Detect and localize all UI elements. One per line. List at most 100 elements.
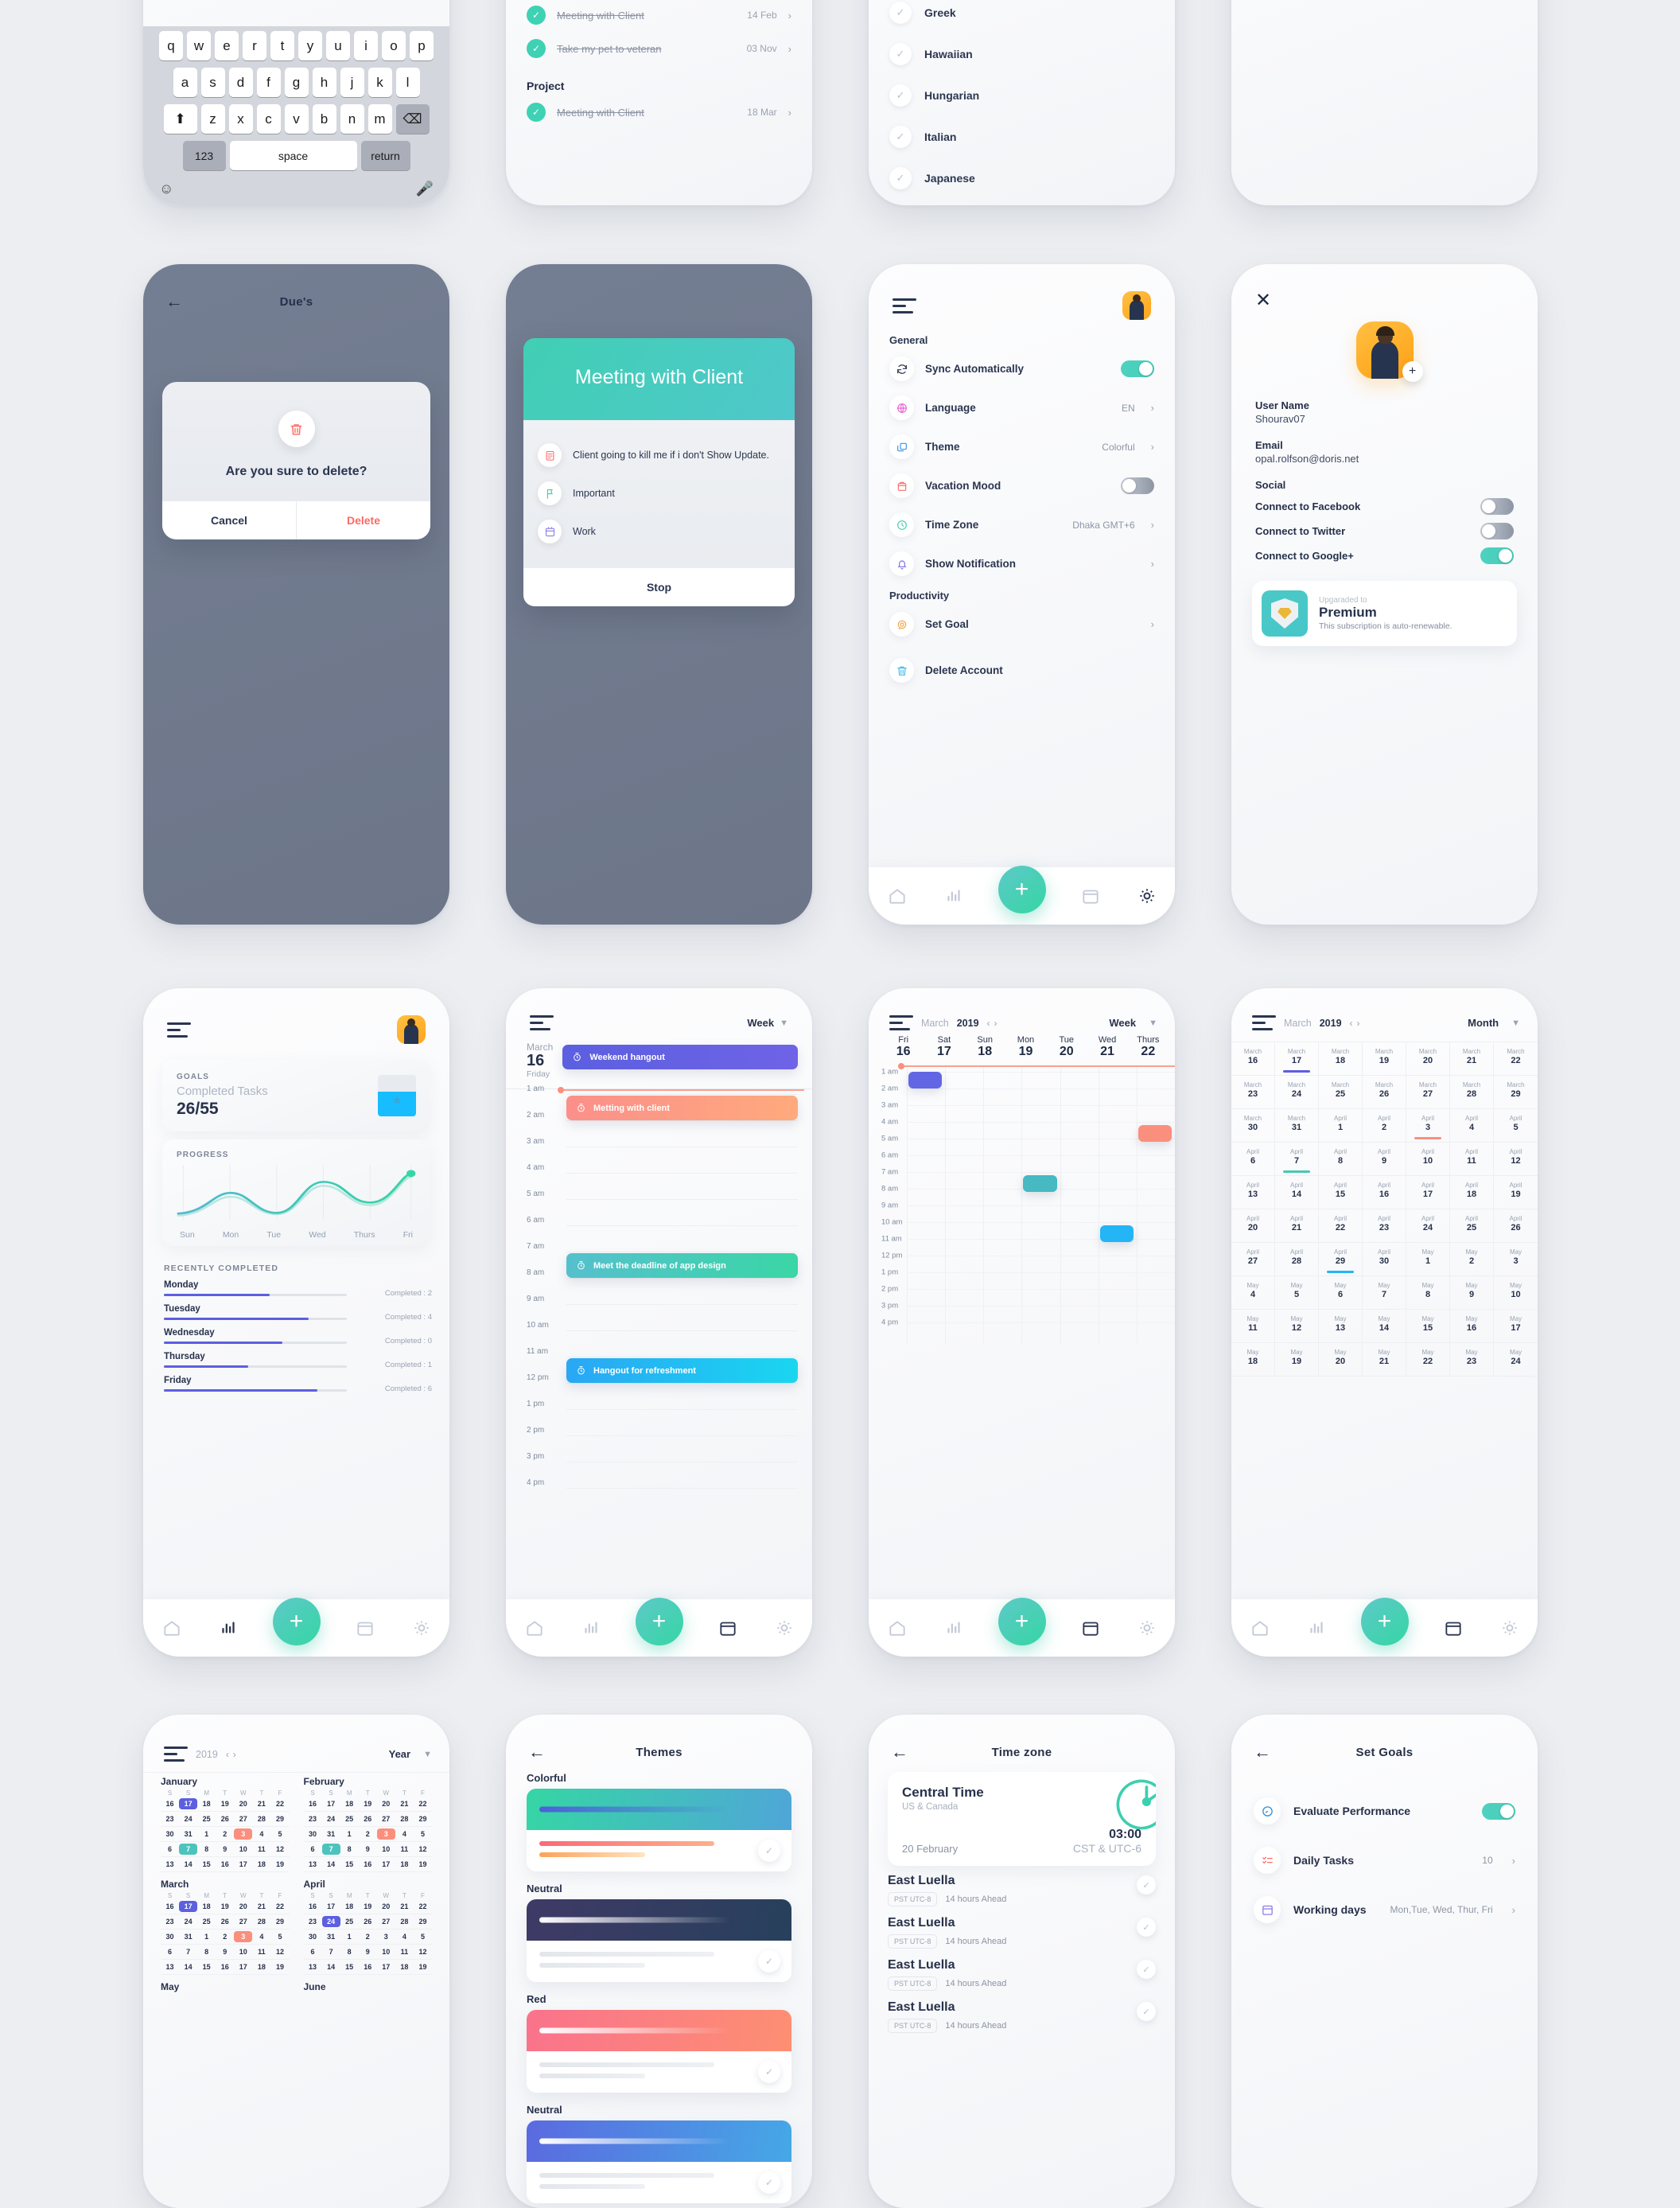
week-day-column-header[interactable]: Mon 19: [1005, 1035, 1046, 1059]
back-arrow-icon[interactable]: ←: [891, 1743, 908, 1761]
nav-calendar-icon[interactable]: [1079, 1616, 1102, 1640]
year-day-cell[interactable]: 20: [377, 1798, 395, 1809]
year-day-cell[interactable]: 19: [359, 1901, 377, 1912]
setting-row-notification[interactable]: Show Notification ›: [869, 544, 1175, 583]
nav-stats-icon[interactable]: [1305, 1616, 1328, 1640]
year-day-cell[interactable]: 12: [270, 1844, 289, 1855]
premium-card[interactable]: Upgaraded to Premium This subscription i…: [1252, 581, 1517, 646]
key-m[interactable]: m: [368, 104, 392, 134]
month-day-cell[interactable]: May 14: [1363, 1310, 1406, 1343]
nav-settings-icon[interactable]: [1498, 1616, 1522, 1640]
sync-toggle[interactable]: [1121, 360, 1154, 377]
menu-icon[interactable]: [167, 1022, 191, 1038]
year-day-cell[interactable]: 11: [395, 1844, 414, 1855]
year-day-cell[interactable]: 21: [252, 1901, 270, 1912]
year-day-cell[interactable]: 20: [234, 1798, 252, 1809]
year-day-cell[interactable]: 28: [395, 1813, 414, 1824]
year-day-cell[interactable]: 6: [304, 1946, 322, 1957]
year-day-cell[interactable]: 14: [179, 1961, 197, 1972]
year-day-cell[interactable]: 31: [322, 1828, 340, 1840]
year-day-cell[interactable]: 15: [340, 1859, 359, 1870]
key-b[interactable]: b: [312, 104, 336, 134]
month-day-cell[interactable]: May 10: [1494, 1276, 1538, 1310]
year-day-cell[interactable]: 18: [252, 1859, 270, 1870]
check-icon[interactable]: ✓: [527, 39, 546, 58]
year-day-cell[interactable]: 16: [216, 1859, 234, 1870]
year-day-cell[interactable]: 31: [322, 1931, 340, 1942]
week-day-column-header[interactable]: Sun 18: [965, 1035, 1005, 1059]
year-day-cell[interactable]: 26: [359, 1916, 377, 1927]
check-icon[interactable]: ✓: [889, 2, 912, 24]
month-day-cell[interactable]: April 11: [1450, 1143, 1494, 1176]
year-day-cell[interactable]: 17: [322, 1798, 340, 1809]
year-month-block[interactable]: May: [161, 1981, 290, 1995]
setting-row-theme[interactable]: Theme Colorful ›: [869, 427, 1175, 466]
key-g[interactable]: g: [284, 68, 309, 97]
chevron-down-icon[interactable]: ▼: [1149, 1018, 1157, 1028]
year-day-cell[interactable]: 13: [161, 1859, 179, 1870]
menu-icon[interactable]: [1252, 1015, 1276, 1030]
month-day-cell[interactable]: May 22: [1406, 1343, 1450, 1377]
year-month-block[interactable]: June: [304, 1981, 433, 1995]
year-day-cell[interactable]: 16: [304, 1901, 322, 1912]
month-day-cell[interactable]: April 6: [1231, 1143, 1275, 1176]
agenda-event[interactable]: Meet the deadline of app design: [566, 1253, 798, 1278]
year-day-cell[interactable]: 5: [414, 1931, 432, 1942]
week-event-block[interactable]: [1099, 1225, 1134, 1243]
month-day-cell[interactable]: March 31: [1275, 1109, 1319, 1143]
year-day-cell[interactable]: 29: [414, 1813, 432, 1824]
year-day-cell[interactable]: 27: [234, 1916, 252, 1927]
year-day-cell[interactable]: 11: [252, 1946, 270, 1957]
year-day-cell[interactable]: 18: [197, 1901, 216, 1912]
month-day-cell[interactable]: April 3: [1406, 1109, 1450, 1143]
theme-select-check-icon[interactable]: ✓: [758, 2061, 780, 2083]
year-day-cell[interactable]: 16: [304, 1798, 322, 1809]
check-icon[interactable]: ✓: [889, 84, 912, 107]
month-day-cell[interactable]: May 21: [1363, 1343, 1406, 1377]
month-day-cell[interactable]: March 28: [1450, 1076, 1494, 1109]
agenda-event[interactable]: Metting with client: [566, 1096, 798, 1120]
menu-icon[interactable]: [530, 1015, 554, 1030]
social-row-twitter[interactable]: Connect to Twitter: [1231, 519, 1538, 543]
year-month-block[interactable]: January S S M T W T F 16 17 18 19 20 21 22 23 24 25 26 27 28…: [161, 1776, 290, 1872]
recent-row[interactable]: Wednesday Completed : 0: [143, 1326, 449, 1349]
nav-home-icon[interactable]: [523, 1616, 546, 1640]
year-day-cell[interactable]: 11: [395, 1946, 414, 1957]
year-day-cell[interactable]: 6: [304, 1844, 322, 1855]
year-day-cell[interactable]: 30: [304, 1931, 322, 1942]
return-key[interactable]: return: [360, 141, 410, 170]
year-day-cell[interactable]: 2: [216, 1828, 234, 1840]
year-day-cell[interactable]: 9: [216, 1946, 234, 1957]
month-day-cell[interactable]: May 9: [1450, 1276, 1494, 1310]
month-nav-arrows[interactable]: ‹›: [1350, 1018, 1364, 1029]
nav-calendar-icon[interactable]: [1079, 884, 1102, 908]
month-day-cell[interactable]: May 24: [1494, 1343, 1538, 1377]
month-day-cell[interactable]: April 15: [1319, 1176, 1363, 1209]
year-day-cell[interactable]: 17: [377, 1859, 395, 1870]
year-day-cell[interactable]: 20: [377, 1901, 395, 1912]
week-event-block[interactable]: [1023, 1175, 1057, 1193]
twitter-toggle[interactable]: [1480, 523, 1514, 539]
year-month-block[interactable]: February S S M T W T F 16 17 18 19 20 21 22 23 24 25 26 27 2…: [303, 1776, 432, 1872]
task-row[interactable]: ✓ Meeting with Client 18 Mar ›: [527, 95, 791, 129]
meeting-priority-row[interactable]: Important: [538, 474, 780, 512]
year-day-cell[interactable]: 18: [197, 1798, 216, 1809]
menu-icon[interactable]: [164, 1747, 188, 1762]
month-day-cell[interactable]: April 14: [1275, 1176, 1319, 1209]
nav-settings-icon[interactable]: [410, 1616, 434, 1640]
year-day-cell[interactable]: 27: [377, 1916, 395, 1927]
delete-icon[interactable]: ⌫: [395, 104, 430, 134]
year-day-cell[interactable]: 16: [359, 1961, 377, 1972]
check-icon[interactable]: ✓: [527, 6, 546, 25]
recent-row[interactable]: Tuesday Completed : 4: [143, 1302, 449, 1326]
view-mode-label[interactable]: Year: [389, 1748, 410, 1760]
setting-row-sync[interactable]: Sync Automatically: [869, 349, 1175, 388]
year-day-cell[interactable]: 30: [161, 1828, 179, 1840]
year-day-cell[interactable]: 14: [179, 1859, 197, 1870]
year-day-cell[interactable]: 4: [252, 1828, 270, 1840]
year-day-cell[interactable]: 16: [216, 1961, 234, 1972]
key-e[interactable]: e: [215, 31, 239, 60]
recent-row[interactable]: Monday Completed : 2: [143, 1278, 449, 1302]
chevron-down-icon[interactable]: ▼: [1511, 1018, 1520, 1028]
year-day-cell[interactable]: 25: [197, 1813, 216, 1824]
